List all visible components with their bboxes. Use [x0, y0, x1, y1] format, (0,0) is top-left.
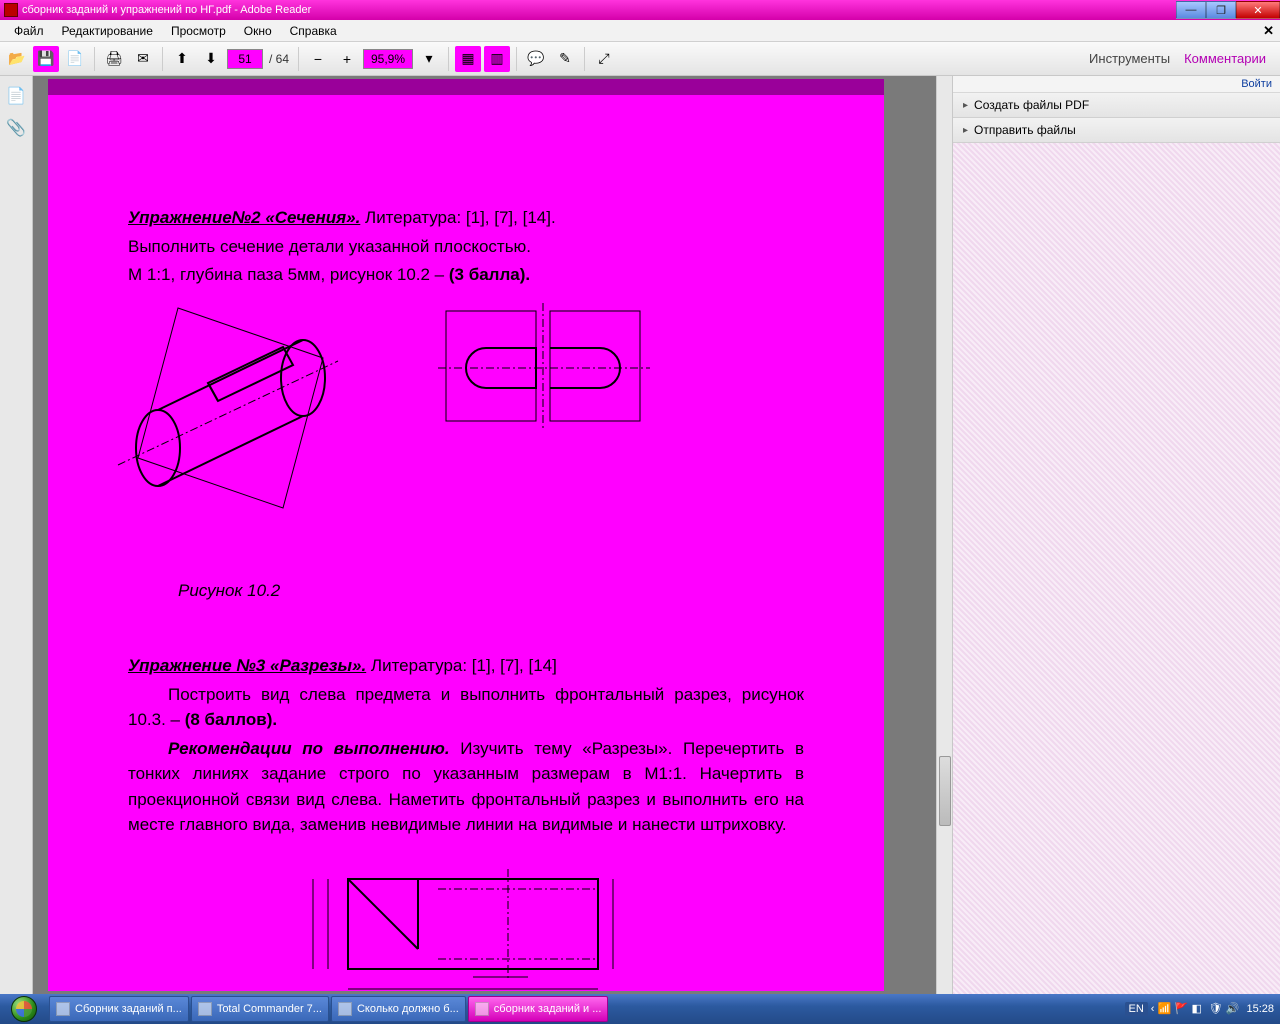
create-pdf-accordion[interactable]: Создать файлы PDF — [953, 93, 1280, 118]
exercise3-points: (8 баллов). — [185, 710, 277, 729]
menubar: Файл Редактирование Просмотр Окно Справк… — [0, 20, 1280, 42]
figure-10-2 — [108, 303, 804, 523]
vertical-scrollbar[interactable] — [936, 76, 952, 994]
chrome-icon — [338, 1002, 352, 1016]
window-title: сборник заданий и упражнений по НГ.pdf -… — [22, 4, 311, 16]
toolbar: 📂 💾 📄 🖨 ✉ ⬆ ⬇ / 64 − + ▾ ▦ ▥ 💬 ✎ ⤢ Инстр… — [0, 42, 1280, 76]
zoom-input[interactable] — [363, 49, 413, 69]
zoom-dropdown[interactable]: ▾ — [416, 46, 442, 72]
open-button[interactable]: 📂 — [4, 46, 30, 72]
fit-page-button[interactable]: ▦ — [455, 46, 481, 72]
tray-network-icon[interactable]: 📶 — [1157, 1002, 1171, 1016]
login-link[interactable]: Войти — [953, 76, 1280, 93]
word-icon — [56, 1002, 70, 1016]
exercise2-points: (3 балла). — [449, 265, 530, 284]
read-mode-button[interactable]: ⤢ — [591, 46, 617, 72]
page-count-label: / 64 — [269, 52, 289, 66]
exercise3-rec-head: Рекомендации по выполнению. — [168, 739, 450, 758]
page-down-button[interactable]: ⬇ — [198, 46, 224, 72]
comments-link[interactable]: Комментарии — [1184, 51, 1266, 66]
window-minimize-button[interactable]: — — [1176, 1, 1206, 19]
highlight-button[interactable]: ✎ — [552, 46, 578, 72]
exercise3-heading: Упражнение №3 «Разрезы». — [128, 656, 366, 675]
print-button[interactable]: 🖨 — [101, 46, 127, 72]
page-up-button[interactable]: ⬆ — [169, 46, 195, 72]
exercise2-line2: Выполнить сечение детали указанной плоск… — [128, 234, 804, 260]
exercise2-line3a: М 1:1, глубина паза 5мм, рисунок 10.2 – — [128, 265, 449, 284]
taskbar-item-3[interactable]: сборник заданий и ... — [468, 996, 609, 1022]
taskbar-item-1[interactable]: Total Commander 7... — [191, 996, 329, 1022]
totalcmd-icon — [198, 1002, 212, 1016]
tray-chevron-icon[interactable]: ‹ — [1151, 1003, 1155, 1015]
system-tray: EN ‹ 📶 🚩 ◧ 🛡 🔊 15:28 — [1119, 1002, 1280, 1016]
menu-help[interactable]: Справка — [282, 22, 345, 40]
window-maximize-button[interactable]: ❐ — [1206, 1, 1236, 19]
clock[interactable]: 15:28 — [1246, 1003, 1274, 1015]
send-files-accordion[interactable]: Отправить файлы — [953, 118, 1280, 143]
start-button[interactable] — [0, 994, 48, 1024]
taskbar-item-2[interactable]: Сколько должно б... — [331, 996, 466, 1022]
tools-link[interactable]: Инструменты — [1089, 51, 1170, 66]
document-viewport[interactable]: Упражнение№2 «Сечения». Литература: [1],… — [33, 76, 952, 994]
exercise2-lit: Литература: [1], [7], [14]. — [365, 208, 556, 227]
save-as-button[interactable]: 📄 — [62, 46, 88, 72]
attachments-panel-icon[interactable]: 📎 — [6, 118, 26, 138]
comment-button[interactable]: 💬 — [523, 46, 549, 72]
email-button[interactable]: ✉ — [130, 46, 156, 72]
tray-flag-icon[interactable]: 🚩 — [1174, 1002, 1188, 1016]
fit-width-button[interactable]: ▥ — [484, 46, 510, 72]
document-page: Упражнение№2 «Сечения». Литература: [1],… — [48, 79, 884, 991]
exercise2-heading: Упражнение№2 «Сечения». — [128, 208, 360, 227]
tray-volume-icon[interactable]: 🔊 — [1225, 1002, 1239, 1016]
taskbar-item-0[interactable]: Сборник заданий п... — [49, 996, 189, 1022]
save-button[interactable]: 💾 — [33, 46, 59, 72]
figure-10-3 — [298, 859, 638, 995]
page-number-input[interactable] — [227, 49, 263, 69]
menu-window[interactable]: Окно — [236, 22, 280, 40]
menu-view[interactable]: Просмотр — [163, 22, 234, 40]
pdf-icon — [475, 1002, 489, 1016]
window-titlebar: сборник заданий и упражнений по НГ.pdf -… — [0, 0, 1280, 20]
zoom-out-button[interactable]: − — [305, 46, 331, 72]
language-indicator[interactable]: EN — [1125, 1002, 1148, 1016]
menu-edit[interactable]: Редактирование — [54, 22, 161, 40]
zoom-in-button[interactable]: + — [334, 46, 360, 72]
figure-10-2-caption: Рисунок 10.2 — [128, 578, 804, 604]
tray-app-icon[interactable]: ◧ — [1191, 1002, 1205, 1016]
taskbar: Сборник заданий п... Total Commander 7..… — [0, 994, 1280, 1024]
menu-file[interactable]: Файл — [6, 22, 52, 40]
window-close-button[interactable]: ✕ — [1236, 1, 1280, 19]
pages-panel-icon[interactable]: 📄 — [6, 86, 26, 106]
tray-shield-icon[interactable]: 🛡 — [1208, 1002, 1222, 1016]
right-panel: Войти Создать файлы PDF Отправить файлы — [952, 76, 1280, 994]
left-sidebar: 📄 📎 — [0, 76, 33, 994]
scrollbar-thumb[interactable] — [939, 756, 951, 826]
document-close-button[interactable]: ✕ — [1263, 23, 1274, 39]
app-icon — [4, 3, 18, 17]
exercise3-lit: Литература: [1], [7], [14] — [371, 656, 557, 675]
